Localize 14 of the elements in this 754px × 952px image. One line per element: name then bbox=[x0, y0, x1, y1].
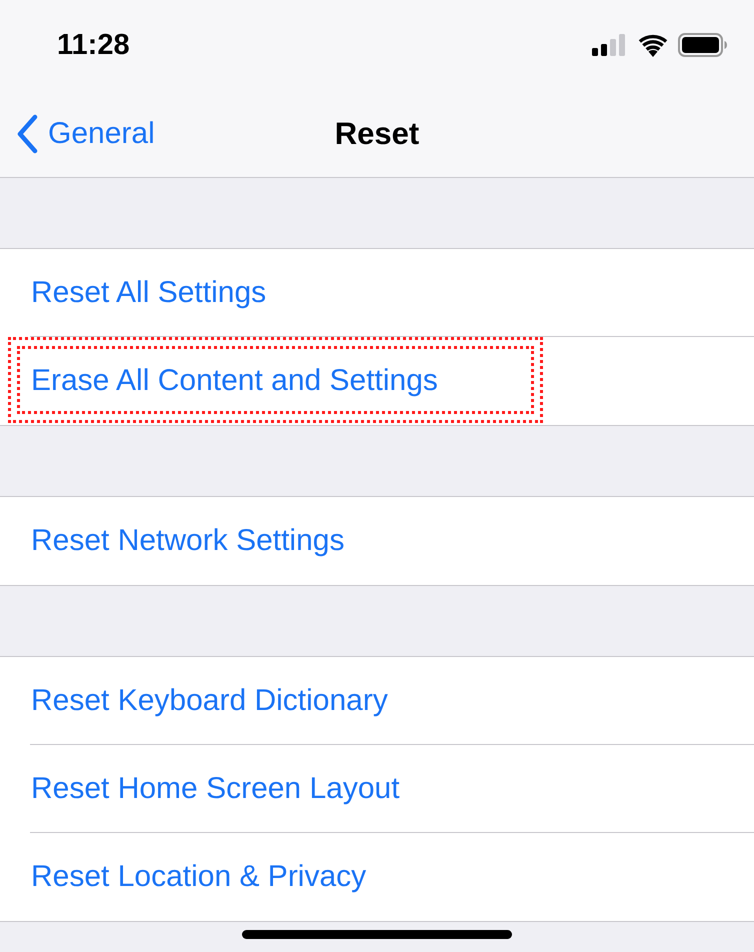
back-label: General bbox=[48, 116, 155, 150]
settings-item[interactable]: Reset Location & Privacy bbox=[31, 860, 366, 894]
signal-icon bbox=[592, 33, 628, 57]
settings-item[interactable]: Erase All Content and Settings bbox=[31, 364, 438, 398]
status-time: 11:28 bbox=[57, 28, 130, 62]
settings-item[interactable]: Reset Keyboard Dictionary bbox=[31, 684, 388, 718]
settings-item[interactable]: Reset Network Settings bbox=[31, 524, 344, 558]
battery-icon bbox=[678, 33, 728, 57]
chevron-left-icon bbox=[16, 114, 38, 154]
settings-item[interactable]: Reset All Settings bbox=[31, 276, 266, 310]
wifi-icon bbox=[638, 34, 668, 56]
settings-item[interactable]: Reset Home Screen Layout bbox=[31, 772, 400, 806]
back-button[interactable]: General bbox=[0, 114, 155, 154]
page-title: Reset bbox=[334, 116, 420, 152]
